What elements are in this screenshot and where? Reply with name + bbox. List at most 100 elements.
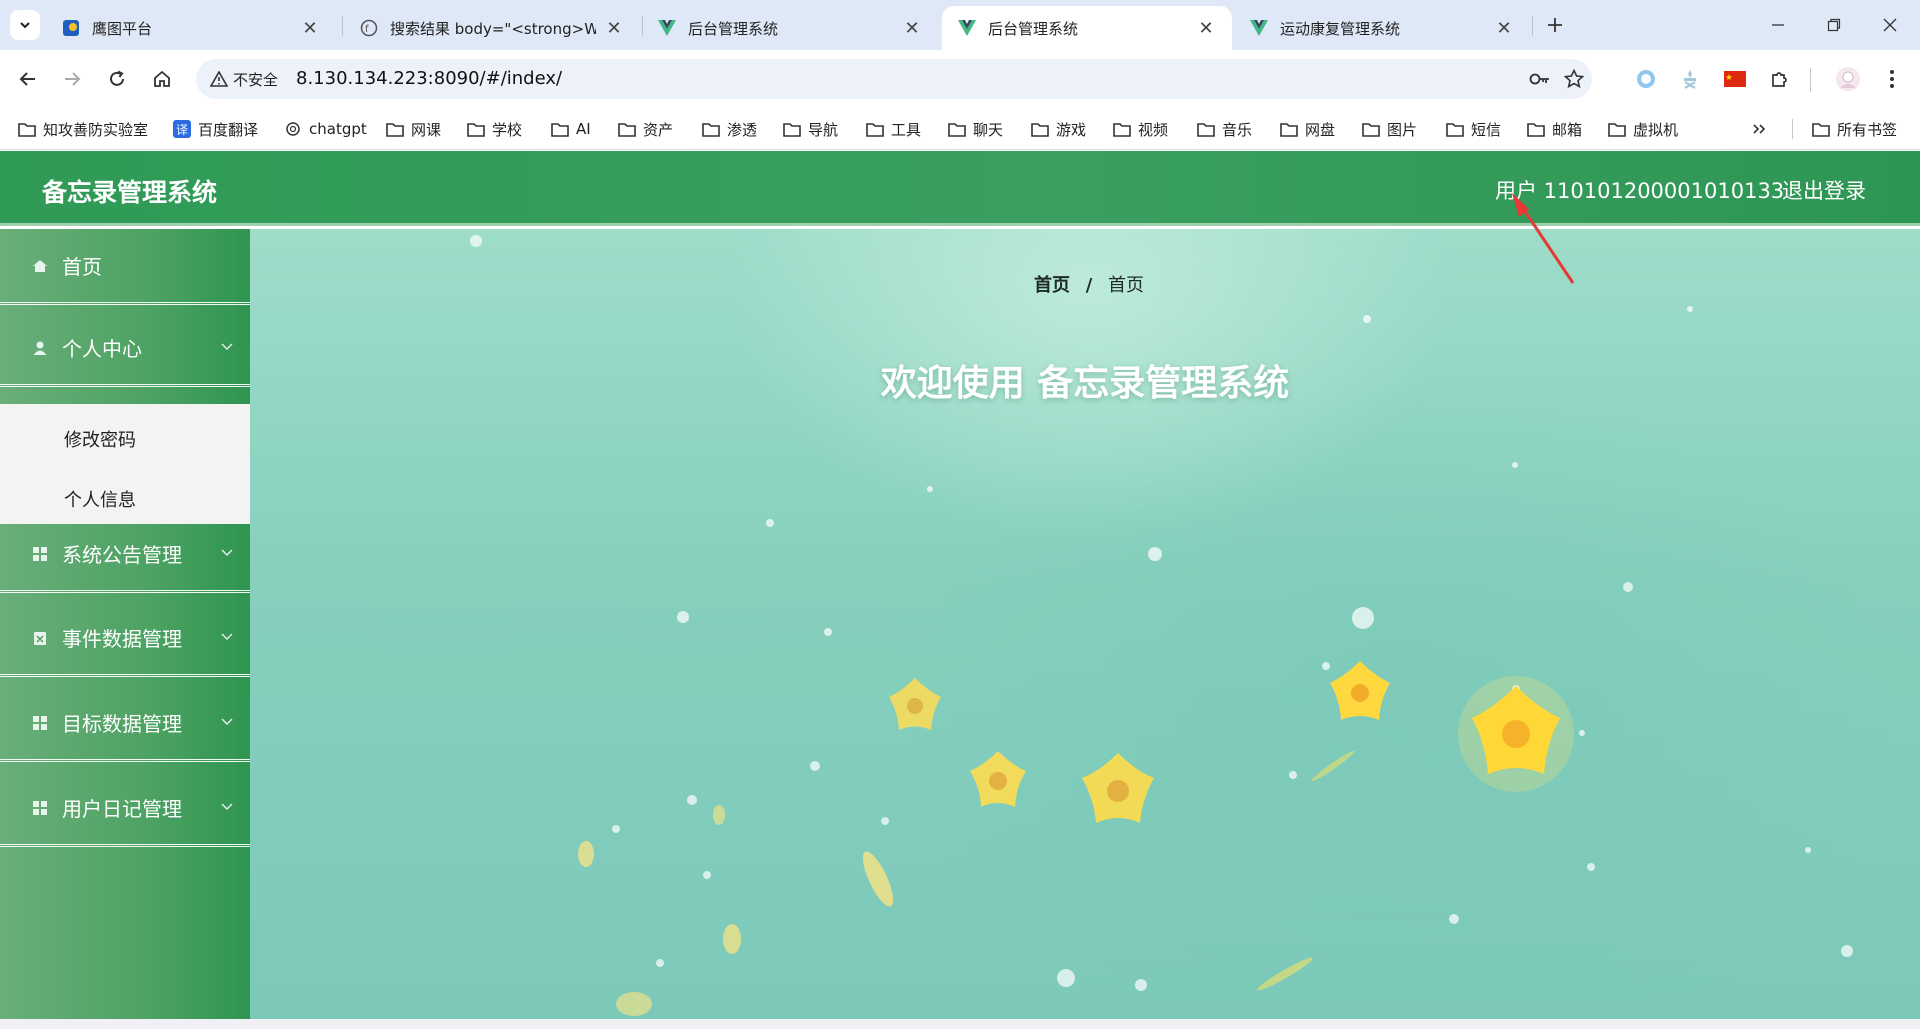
- bookmark-item[interactable]: 学校: [467, 116, 522, 142]
- close-icon[interactable]: ✕: [902, 18, 922, 39]
- profile-avatar[interactable]: [1834, 65, 1862, 93]
- close-icon[interactable]: ✕: [300, 18, 320, 39]
- tab-search-button[interactable]: [10, 10, 40, 40]
- reload-button[interactable]: [101, 63, 133, 95]
- breadcrumb-home-link[interactable]: 首页: [1034, 275, 1070, 296]
- forward-button[interactable]: [56, 63, 88, 95]
- folder-icon: [1197, 121, 1215, 137]
- browser-tab[interactable]: 后台管理系统 ✕: [642, 6, 938, 50]
- extension-tool-icon[interactable]: [1676, 65, 1704, 93]
- folder-icon: [1031, 121, 1049, 137]
- sidebar-item-personal-center[interactable]: 个人中心: [0, 311, 250, 387]
- bookmark-item[interactable]: 视频: [1113, 116, 1168, 142]
- double-chevron-right-icon: [1753, 124, 1766, 134]
- submenu-item-personal-info[interactable]: 个人信息: [64, 486, 136, 512]
- browser-tab[interactable]: 鹰图平台 ✕: [46, 6, 336, 50]
- bookmark-item[interactable]: 邮箱: [1527, 116, 1582, 142]
- sidebar-item-target-management[interactable]: 目标数据管理: [0, 686, 250, 762]
- folder-icon: [866, 121, 884, 137]
- close-window-button[interactable]: [1862, 0, 1917, 50]
- home-icon: [30, 256, 50, 276]
- sidebar: 首页 个人中心 修改密码 个人信息 系统公告管理 事件数据管理 目标数据管理 用…: [0, 229, 250, 1019]
- close-icon[interactable]: ✕: [1196, 18, 1216, 39]
- bookmark-item[interactable]: 渗透: [702, 116, 757, 142]
- folder-icon: [1362, 121, 1380, 137]
- minimize-button[interactable]: [1750, 0, 1805, 50]
- close-icon[interactable]: ✕: [604, 18, 624, 39]
- folder-icon: [1280, 121, 1298, 137]
- browser-tab-active[interactable]: 后台管理系统 ✕: [942, 6, 1232, 50]
- bookmark-item[interactable]: chatgpt: [284, 116, 367, 142]
- bookmark-item[interactable]: 网课: [386, 116, 441, 142]
- sidebar-item-diary-management[interactable]: 用户日记管理: [0, 771, 250, 847]
- bookmark-item[interactable]: 游戏: [1031, 116, 1086, 142]
- new-tab-button[interactable]: [1541, 11, 1569, 39]
- chevron-down-icon: [221, 633, 233, 640]
- close-icon[interactable]: ✕: [1494, 18, 1514, 39]
- bookmarks-divider: [1792, 119, 1793, 139]
- window-bottom-edge: [0, 1019, 1920, 1029]
- bookmark-item[interactable]: 工具: [866, 116, 921, 142]
- url-text[interactable]: 8.130.134.223:8090/#/index/: [296, 68, 562, 89]
- folder-icon: [1812, 121, 1830, 137]
- folder-icon: [386, 121, 404, 137]
- sidebar-item-label: 首页: [62, 255, 102, 279]
- grid-icon: [30, 713, 50, 733]
- extensions-puzzle-icon[interactable]: [1766, 65, 1794, 93]
- bookmark-item[interactable]: 知攻善防实验室: [18, 116, 148, 142]
- star-bookmark-icon[interactable]: [1562, 67, 1586, 91]
- tab-divider: [1532, 16, 1533, 36]
- welcome-title: 欢迎使用 备忘录管理系统: [880, 363, 1290, 404]
- bookmark-item[interactable]: 音乐: [1197, 116, 1252, 142]
- folder-icon: [783, 121, 801, 137]
- more-menu-icon[interactable]: [1878, 65, 1906, 93]
- arrow-left-icon: [19, 72, 35, 86]
- bookmark-item[interactable]: 导航: [783, 116, 838, 142]
- extension-ring-icon[interactable]: [1632, 65, 1660, 93]
- china-flag-icon[interactable]: [1721, 65, 1749, 93]
- sidebar-item-label: 事件数据管理: [62, 627, 182, 651]
- floral-background: [470, 235, 1853, 1016]
- bookmark-item[interactable]: 聊天: [948, 116, 1003, 142]
- address-bar[interactable]: 不安全 8.130.134.223:8090/#/index/: [196, 59, 1592, 99]
- bookmark-label: 知攻善防实验室: [43, 120, 149, 139]
- sidebar-item-notice-management[interactable]: 系统公告管理: [0, 517, 250, 593]
- sidebar-item-home[interactable]: 首页: [0, 229, 250, 305]
- search-favicon: f: [360, 19, 378, 37]
- bookmark-item[interactable]: 网盘: [1280, 116, 1335, 142]
- sidebar-item-event-management[interactable]: 事件数据管理: [0, 601, 250, 677]
- close-icon: [1883, 18, 1896, 32]
- bookmark-item[interactable]: 短信: [1446, 116, 1501, 142]
- tab-divider: [342, 16, 343, 36]
- bookmark-item[interactable]: 虚拟机: [1608, 116, 1678, 142]
- bookmark-item[interactable]: AI: [551, 116, 591, 142]
- browser-tab[interactable]: f 搜索结果 body="<strong>We ✕: [344, 6, 640, 50]
- folder-icon: [618, 121, 636, 137]
- sidebar-item-label: 目标数据管理: [62, 712, 182, 736]
- home-button[interactable]: [146, 63, 178, 95]
- browser-tab[interactable]: 运动康复管理系统 ✕: [1234, 6, 1530, 50]
- bookmark-item[interactable]: 图片: [1362, 116, 1417, 142]
- bookmark-item[interactable]: 译百度翻译: [173, 116, 258, 142]
- restore-button[interactable]: [1806, 0, 1861, 50]
- back-button[interactable]: [12, 63, 44, 95]
- plus-icon: [1548, 18, 1562, 32]
- security-chip[interactable]: 不安全: [204, 65, 284, 93]
- grid-icon: [30, 798, 50, 818]
- bookmark-label: chatgpt: [309, 120, 367, 138]
- all-bookmarks-button[interactable]: 所有书签: [1812, 116, 1897, 142]
- bookmarks-overflow-button[interactable]: [1752, 116, 1766, 142]
- minimize-icon: [1771, 24, 1784, 26]
- restore-icon: [1827, 18, 1840, 32]
- folder-icon: [948, 121, 966, 137]
- submenu-item-change-password[interactable]: 修改密码: [64, 426, 136, 452]
- user-info: 用户 110101200001010133: [1495, 179, 1785, 203]
- home-icon: [154, 70, 170, 87]
- bookmark-label: 网盘: [1305, 120, 1336, 139]
- tab-title: 搜索结果 body="<strong>We: [390, 19, 596, 38]
- hawk-favicon: [62, 19, 80, 37]
- password-key-icon[interactable]: [1528, 67, 1552, 91]
- bookmark-item[interactable]: 资产: [618, 116, 673, 142]
- logout-button[interactable]: 退出登录: [1782, 175, 1866, 205]
- bookmark-label: 虚拟机: [1633, 120, 1679, 139]
